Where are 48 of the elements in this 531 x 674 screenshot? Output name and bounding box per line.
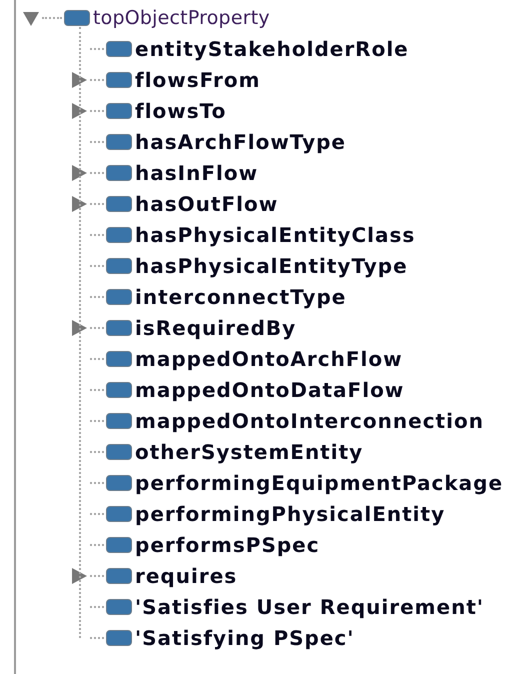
tree-item[interactable]: requires <box>135 564 238 588</box>
property-icon <box>106 350 132 366</box>
tree-item[interactable]: hasPhysicalEntityType <box>135 254 408 278</box>
property-icon <box>106 506 132 522</box>
tree-item[interactable]: flowsFrom <box>135 68 261 92</box>
tree-item[interactable]: 'Satisfying PSpec' <box>135 626 354 650</box>
tree-item[interactable]: mappedOntoInterconnection <box>135 408 484 432</box>
property-icon <box>106 444 132 460</box>
property-icon <box>106 320 132 336</box>
tree-item[interactable]: hasOutFlow <box>135 192 278 216</box>
expand-triangle-icon[interactable] <box>70 194 88 212</box>
property-icon <box>106 226 132 242</box>
property-icon <box>106 196 132 212</box>
property-icon <box>106 630 132 646</box>
tree-item[interactable]: performingEquipmentPackage <box>135 470 504 494</box>
property-icon <box>106 288 132 304</box>
tree-item[interactable]: mappedOntoArchFlow <box>135 346 403 370</box>
property-icon <box>106 382 132 398</box>
tree-item[interactable]: hasArchFlowType <box>135 130 346 154</box>
property-icon <box>106 598 132 614</box>
property-icon <box>106 258 132 274</box>
tree-item[interactable]: hasPhysicalEntityClass <box>135 222 416 246</box>
property-icon <box>64 10 90 26</box>
tree-item[interactable]: isRequiredBy <box>135 316 296 340</box>
property-icon <box>106 102 132 118</box>
tree-item[interactable]: mappedOntoDataFlow <box>135 378 404 402</box>
tree-item[interactable]: hasInFlow <box>135 160 258 184</box>
tree-item[interactable]: interconnectType <box>135 284 346 308</box>
tree-item[interactable]: 'Satisfies User Requirement' <box>135 594 484 618</box>
expand-triangle-icon[interactable] <box>70 102 88 120</box>
tree-item[interactable]: otherSystemEntity <box>135 440 364 464</box>
expand-triangle-icon[interactable] <box>70 70 88 88</box>
property-icon <box>106 40 132 56</box>
tree-item[interactable]: performingPhysicalEntity <box>135 502 446 526</box>
property-icon <box>106 72 132 88</box>
tree-item[interactable]: topObjectProperty <box>93 6 270 28</box>
expand-triangle-icon[interactable] <box>70 318 88 336</box>
property-icon <box>106 134 132 150</box>
property-icon <box>106 474 132 490</box>
tree-item[interactable]: entityStakeholderRole <box>135 36 409 60</box>
property-icon <box>106 536 132 552</box>
expand-triangle-icon[interactable] <box>70 164 88 182</box>
tree-item[interactable]: performsPSpec <box>135 532 320 556</box>
tree-item[interactable]: flowsTo <box>135 98 226 122</box>
property-icon <box>106 412 132 428</box>
property-icon <box>106 164 132 180</box>
expand-triangle-icon[interactable] <box>70 566 88 584</box>
property-icon <box>106 568 132 584</box>
